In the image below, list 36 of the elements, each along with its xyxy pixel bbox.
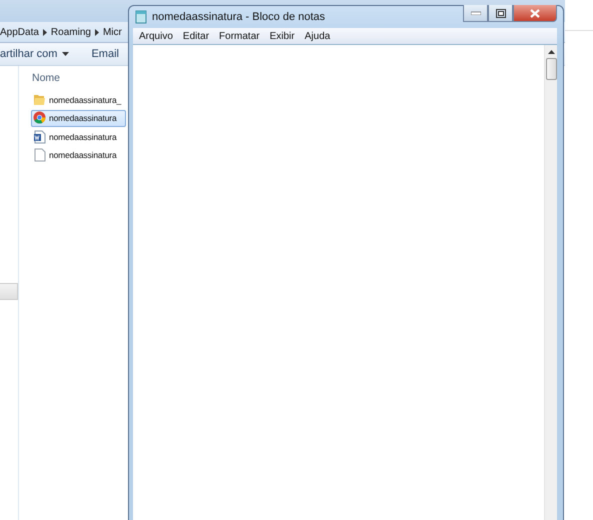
file-name: nomedaassinatura [49, 132, 117, 142]
close-icon [530, 8, 540, 18]
minimize-button[interactable] [463, 5, 488, 22]
breadcrumb[interactable]: AppData [0, 26, 39, 38]
file-name: nomedaassinatura_ [49, 94, 122, 104]
notepad-icon [135, 10, 147, 24]
file-row[interactable]: nomedaassinatura [31, 128, 126, 145]
menu-item[interactable]: Formatar [214, 30, 265, 42]
maximize-button[interactable] [488, 5, 513, 22]
file-row[interactable]: nomedaassinatura_ [31, 91, 126, 108]
scroll-bar[interactable] [544, 45, 557, 520]
document-icon [33, 130, 46, 144]
browser-icon [33, 111, 46, 125]
toolbar-button[interactable]: artilhar com [0, 48, 70, 60]
chevron-icon [94, 28, 99, 36]
file-name: nomedaassinatura [49, 150, 117, 160]
file-row[interactable]: nomedaassinatura [31, 146, 126, 164]
breadcrumb[interactable]: Micr [102, 26, 122, 38]
file-icon [33, 148, 46, 162]
window-title: nomedaassinatura - Bloco de notas [152, 11, 326, 23]
chevron-icon [42, 28, 47, 36]
minimize-icon [470, 11, 480, 15]
file-row[interactable]: nomedaassinatura [31, 110, 126, 126]
file-name: nomedaassinatura [49, 113, 117, 123]
close-button[interactable] [513, 5, 557, 22]
maximize-icon [496, 8, 506, 18]
folder-icon [33, 92, 46, 106]
scroll-bar[interactable] [0, 283, 18, 300]
menu-item[interactable]: Ajuda [300, 30, 336, 42]
menu-item[interactable]: Exibir [264, 30, 300, 42]
toolbar-button[interactable]: Email [91, 48, 119, 60]
caret-icon [62, 52, 70, 56]
column-header[interactable]: Nome [32, 70, 60, 86]
menu-item[interactable]: Editar [178, 30, 214, 42]
menu-item[interactable]: Arquivo [134, 30, 178, 42]
breadcrumb[interactable]: Roaming [50, 26, 91, 38]
